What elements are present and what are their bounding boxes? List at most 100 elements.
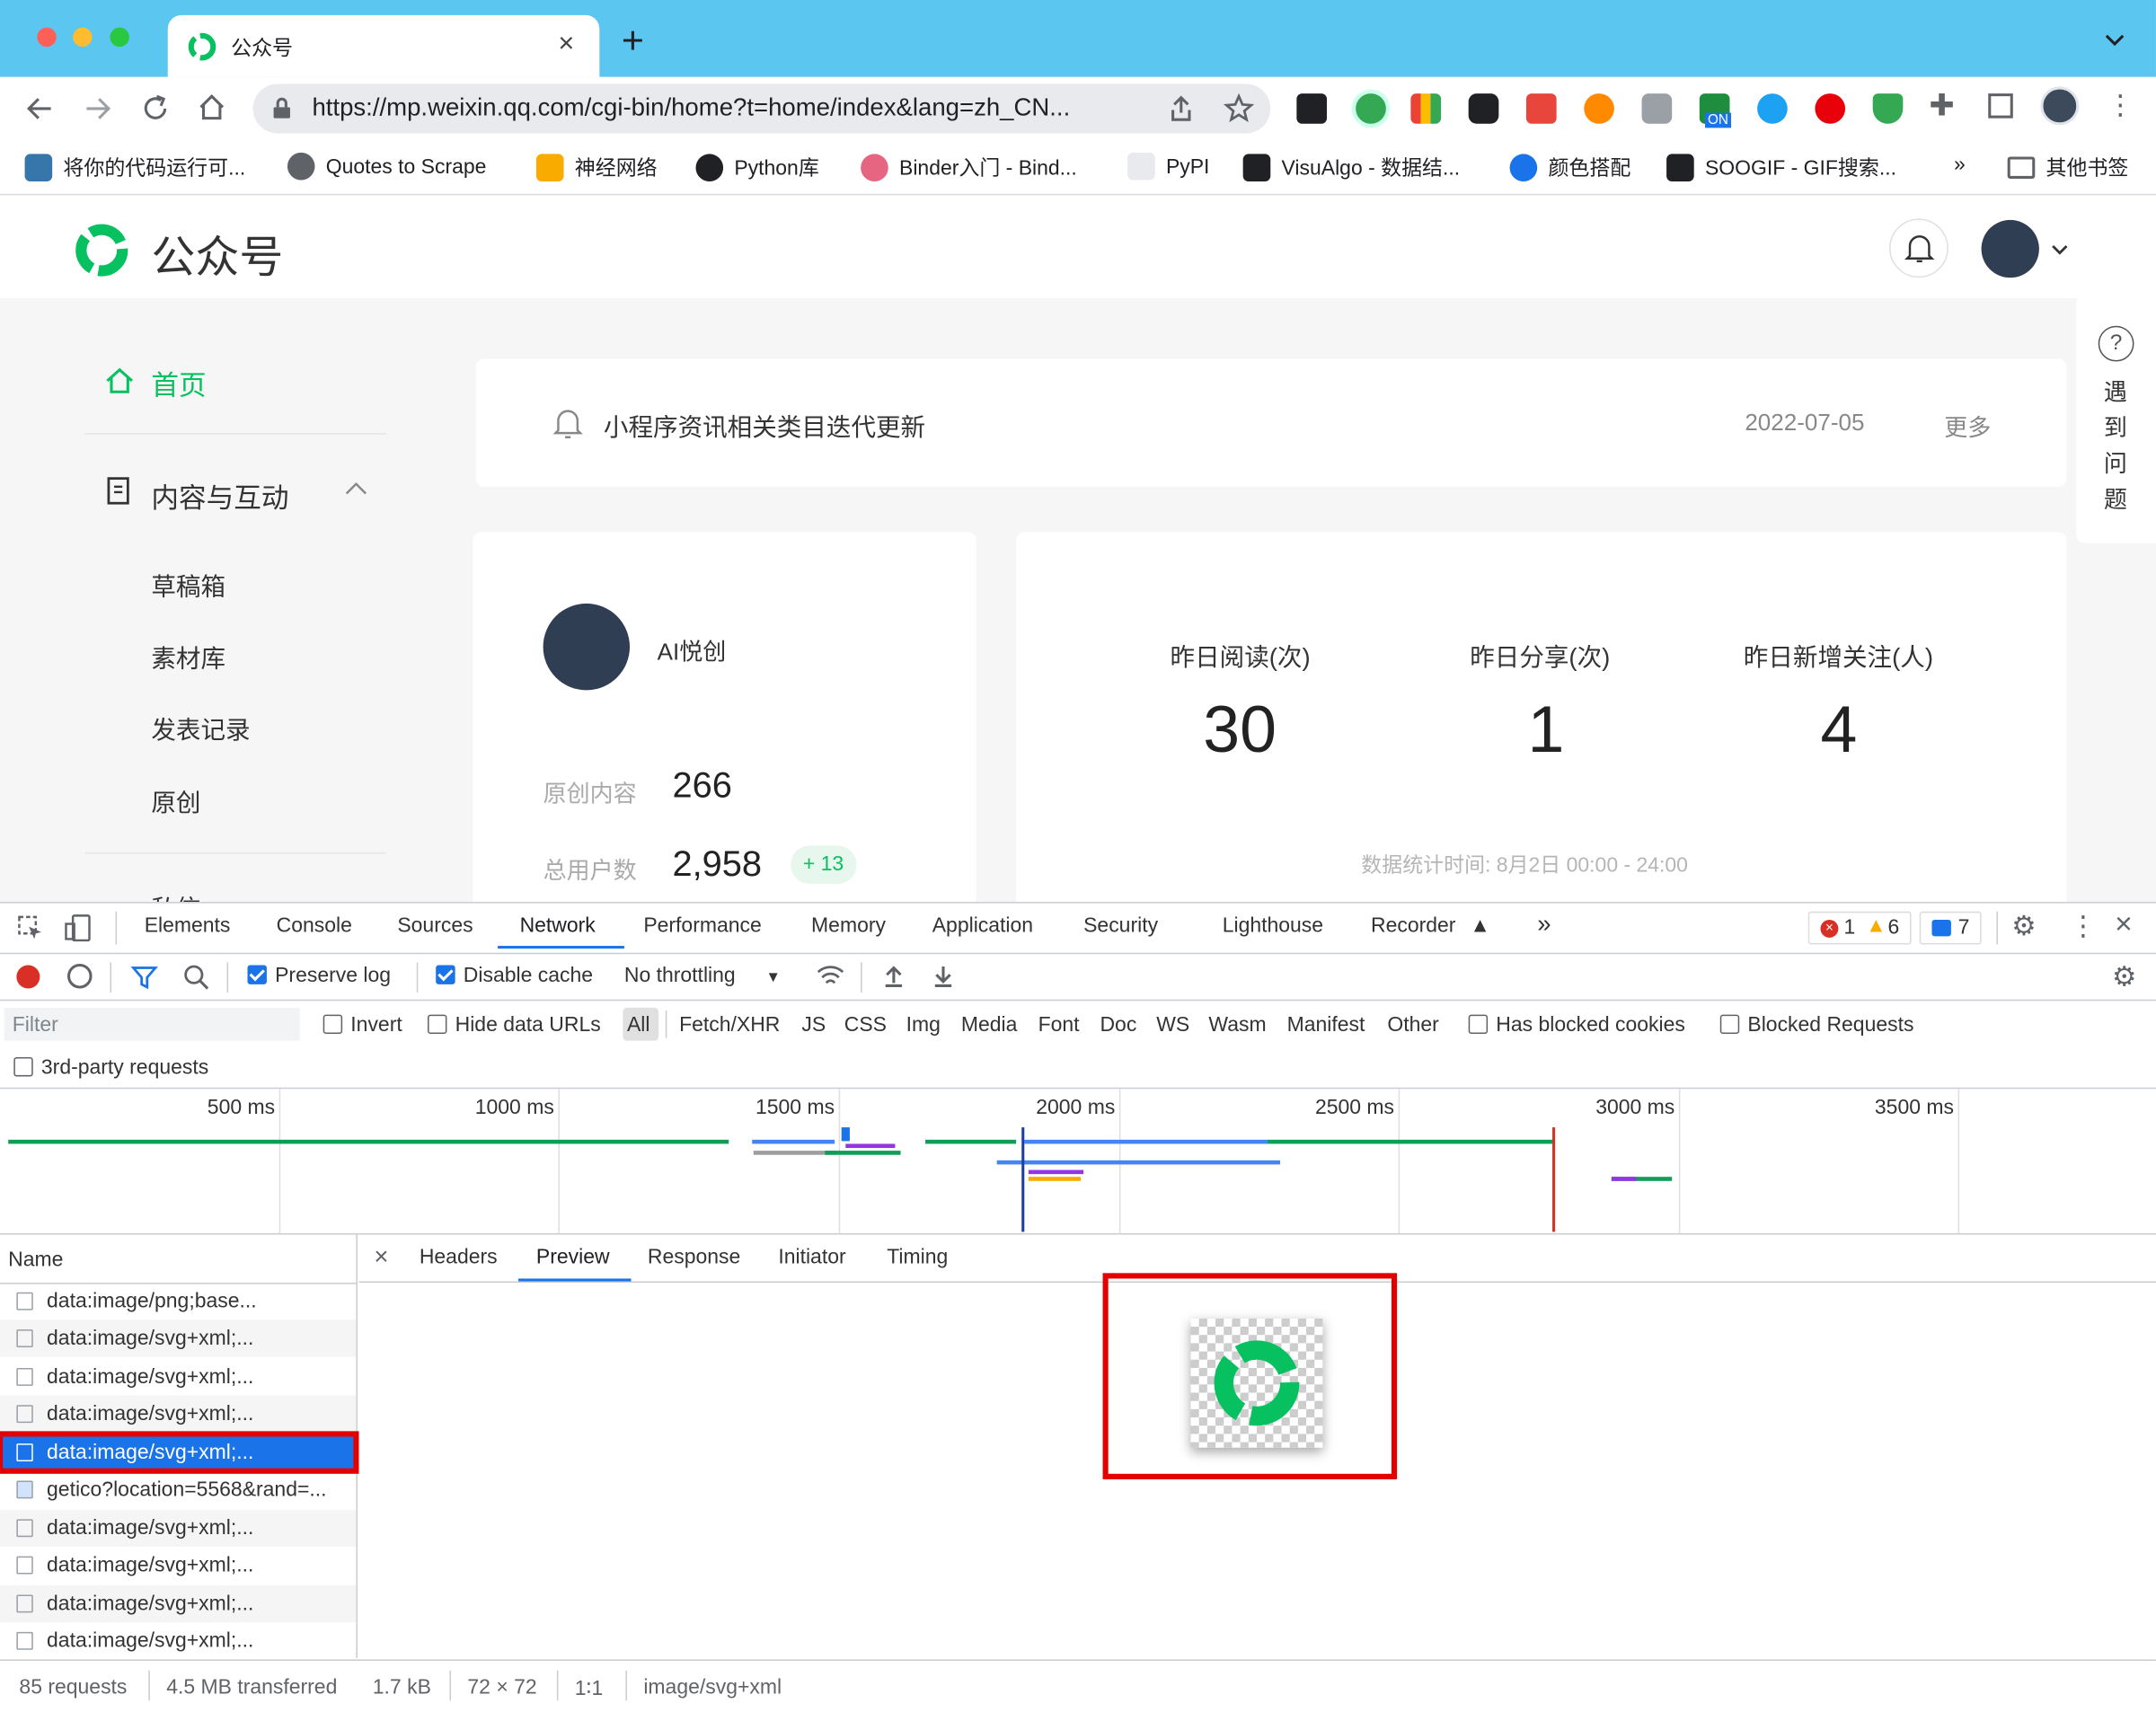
panel-tab-headers[interactable]: Headers: [420, 1246, 498, 1269]
filter-input[interactable]: Filter: [4, 1007, 300, 1041]
chevron-up-icon[interactable]: [344, 481, 369, 497]
request-row[interactable]: data:image/svg+xml;...: [0, 1622, 356, 1659]
nav-content-interaction[interactable]: 内容与互动: [151, 476, 288, 516]
disable-cache-checkbox[interactable]: Disable cache: [436, 964, 593, 987]
network-settings-icon[interactable]: ⚙: [2112, 959, 2136, 993]
extension-x-icon[interactable]: [1296, 93, 1328, 124]
forward-icon[interactable]: [83, 93, 113, 124]
reload-icon[interactable]: [140, 93, 171, 124]
browser-tab[interactable]: 公众号 ×: [167, 14, 600, 77]
bookmarks-overflow-button[interactable]: »: [1954, 153, 1966, 176]
request-row[interactable]: data:image/png;base...: [0, 1283, 356, 1319]
import-har-icon[interactable]: [883, 964, 905, 989]
network-conditions-icon[interactable]: [816, 964, 846, 989]
profile-avatar[interactable]: [2040, 86, 2080, 126]
extension-n-icon[interactable]: [1351, 89, 1391, 128]
nav-publish-history[interactable]: 发表记录: [151, 710, 250, 746]
blocked-requests-checkbox[interactable]: Blocked Requests: [1719, 1013, 1913, 1037]
type-filter-fetch-xhr[interactable]: Fetch/XHR: [679, 1013, 780, 1037]
request-row[interactable]: data:image/svg+xml;...: [0, 1319, 357, 1357]
sidebar-toggle-icon[interactable]: [1988, 93, 2013, 119]
filter-funnel-icon[interactable]: [130, 965, 158, 990]
devtools-tab-lighthouse[interactable]: Lighthouse: [1223, 914, 1323, 938]
type-filter-media[interactable]: Media: [961, 1013, 1018, 1037]
extension-grid-icon[interactable]: [1410, 93, 1442, 124]
blocked-cookies-checkbox[interactable]: Has blocked cookies: [1468, 1013, 1685, 1037]
extension-fe-icon[interactable]: [1525, 93, 1557, 124]
hide-data-urls-checkbox[interactable]: Hide data URLs: [428, 1013, 601, 1037]
devtools-tab-security[interactable]: Security: [1083, 914, 1158, 938]
panel-tab-preview[interactable]: Preview: [536, 1246, 610, 1269]
inspect-element-icon[interactable]: [16, 914, 44, 942]
nav-library[interactable]: 素材库: [151, 640, 225, 675]
bookmark-item[interactable]: VisuAlgo - 数据结...: [1242, 153, 1460, 181]
close-tab-icon[interactable]: ×: [558, 29, 574, 60]
devtools-tab-console[interactable]: Console: [277, 914, 352, 938]
record-button[interactable]: [16, 965, 40, 989]
type-filter-other[interactable]: Other: [1387, 1013, 1438, 1037]
type-filter-doc[interactable]: Doc: [1100, 1013, 1136, 1037]
other-bookmarks-folder[interactable]: 其他书签: [2007, 153, 2128, 181]
nav-drafts[interactable]: 草稿箱: [151, 568, 225, 604]
bookmark-item[interactable]: Python库: [695, 153, 819, 181]
devtools-close-icon[interactable]: ×: [2115, 906, 2133, 942]
panel-tab-initiator[interactable]: Initiator: [778, 1246, 845, 1269]
request-row[interactable]: data:image/svg+xml;...: [0, 1395, 357, 1433]
help-floating-panel[interactable]: ? 遇到问题: [2076, 296, 2156, 543]
type-filter-ws[interactable]: WS: [1156, 1013, 1189, 1037]
bookmark-item[interactable]: 将你的代码运行可...: [24, 153, 245, 181]
bookmark-item[interactable]: Quotes to Scrape: [287, 152, 486, 181]
browser-menu-icon[interactable]: ⋮: [2107, 88, 2134, 122]
bookmark-item[interactable]: 颜色搭配: [1509, 153, 1630, 181]
extension-glasses-icon[interactable]: [1468, 93, 1499, 124]
type-filter-js[interactable]: JS: [801, 1013, 826, 1037]
lock-icon[interactable]: [272, 97, 291, 119]
extension-bird-icon[interactable]: [1757, 93, 1788, 124]
devtools-tab-application[interactable]: Application: [932, 914, 1033, 938]
type-filter-manifest[interactable]: Manifest: [1287, 1013, 1365, 1037]
notice-text[interactable]: 小程序资讯相关类目迭代更新: [604, 409, 925, 445]
devtools-tab-recorder[interactable]: Recorder: [1371, 914, 1455, 938]
type-filter-wasm[interactable]: Wasm: [1208, 1013, 1266, 1037]
network-overview-timeline[interactable]: 500 ms 1000 ms 1500 ms 2000 ms 2500 ms 3…: [0, 1089, 2156, 1235]
bookmark-item[interactable]: Binder入门 - Bind...: [861, 153, 1077, 181]
request-row[interactable]: getico?location=5568&rand=...: [0, 1471, 356, 1508]
bookmark-item[interactable]: SOOGIF - GIF搜索...: [1666, 153, 1896, 181]
bookmark-item[interactable]: PyPI: [1127, 152, 1209, 181]
maximize-window-button[interactable]: [110, 27, 129, 48]
home-icon[interactable]: [197, 93, 227, 123]
close-window-button[interactable]: [37, 27, 57, 48]
more-tabs-button[interactable]: »: [1537, 910, 1551, 939]
preserve-log-checkbox[interactable]: Preserve log: [247, 964, 391, 987]
extensions-puzzle-icon[interactable]: ✚: [1929, 88, 1954, 124]
new-tab-button[interactable]: +: [622, 19, 644, 63]
invert-checkbox[interactable]: Invert: [323, 1013, 402, 1037]
notice-more-link[interactable]: 更多: [1944, 409, 1991, 443]
device-toolbar-icon[interactable]: [63, 913, 93, 943]
export-har-icon[interactable]: [932, 964, 954, 989]
account-avatar[interactable]: [1981, 219, 2039, 278]
name-column-header[interactable]: Name: [8, 1249, 63, 1272]
request-row[interactable]: data:image/svg+xml;...: [0, 1547, 356, 1584]
extension-orange-icon[interactable]: [1584, 93, 1614, 124]
tab-search-chevron-icon[interactable]: [2104, 33, 2125, 47]
account-chevron-down-icon[interactable]: [2050, 243, 2069, 256]
type-filter-css[interactable]: CSS: [844, 1013, 887, 1037]
minimize-window-button[interactable]: [73, 27, 93, 48]
devtools-tab-performance[interactable]: Performance: [643, 914, 761, 938]
request-row-selected[interactable]: data:image/svg+xml;...: [0, 1431, 359, 1474]
nav-original[interactable]: 原创: [151, 783, 200, 819]
devtools-tab-elements[interactable]: Elements: [145, 914, 231, 938]
issues-counter[interactable]: × 1 ▲ 6: [1807, 911, 1912, 945]
third-party-checkbox[interactable]: 3rd-party requests: [13, 1056, 208, 1080]
devtools-tab-sources[interactable]: Sources: [397, 914, 473, 938]
panel-tab-response[interactable]: Response: [648, 1246, 740, 1269]
request-row[interactable]: data:image/svg+xml;...: [0, 1358, 356, 1395]
request-row[interactable]: data:image/svg+xml;...: [0, 1509, 357, 1547]
bookmark-star-icon[interactable]: [1224, 93, 1254, 124]
request-row[interactable]: data:image/svg+xml;...: [0, 1584, 357, 1623]
wechat-mp-logo-icon[interactable]: [72, 220, 132, 280]
close-detail-icon[interactable]: ×: [374, 1243, 388, 1272]
search-icon[interactable]: [183, 964, 211, 992]
type-filter-img[interactable]: Img: [906, 1013, 941, 1037]
